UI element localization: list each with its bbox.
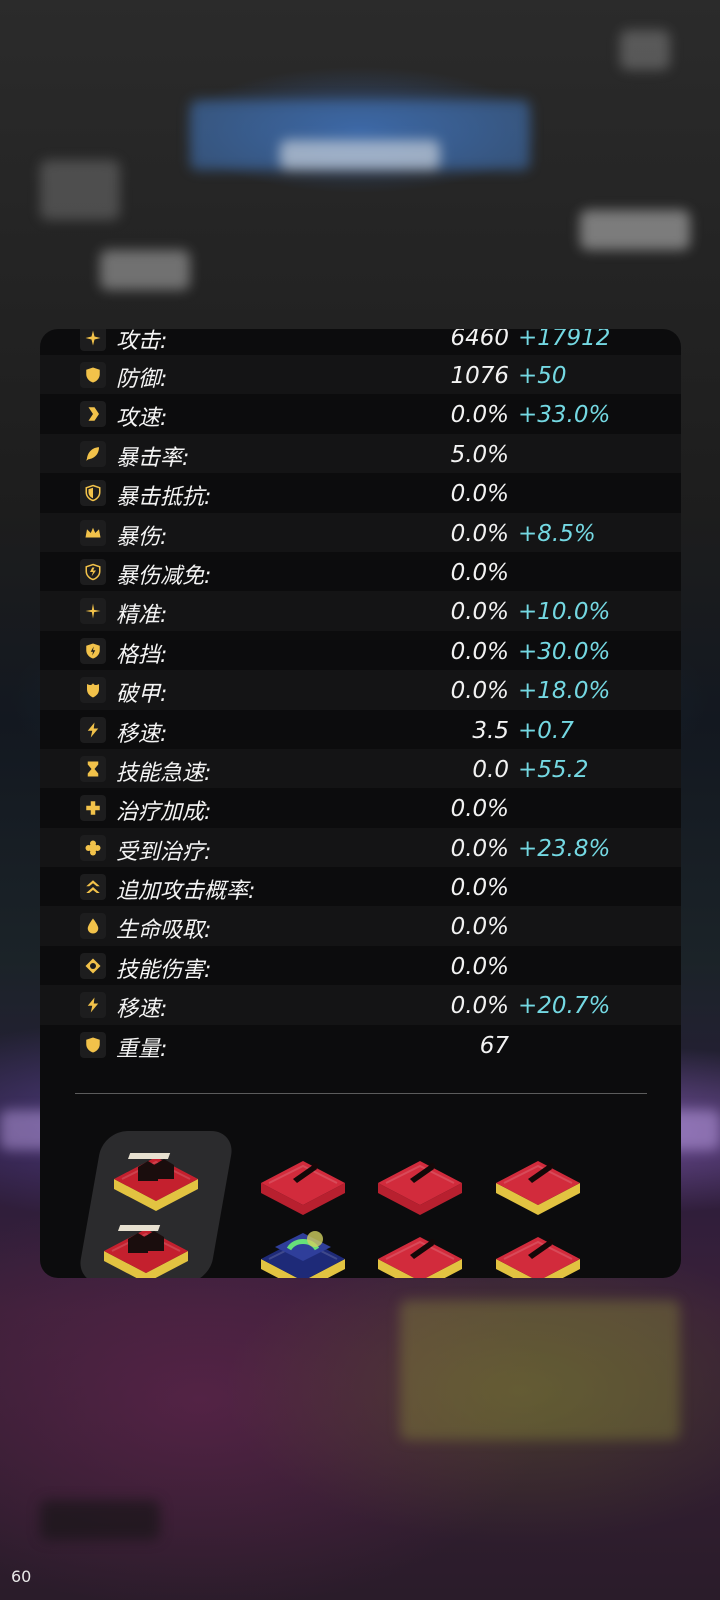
stat-bonus: +20.7% — [518, 993, 611, 1020]
stat-label: 移速: — [116, 997, 168, 1023]
stat-row: 重量: 67 — [40, 1025, 681, 1064]
stat-value: 0.0% — [450, 875, 509, 902]
stat-list: 攻击: 6460 +17912 防御: 1076 +50 攻速: 0.0% +33.0% 暴击率:… — [40, 329, 681, 1064]
stat-label: 受到治疗: — [116, 839, 212, 865]
stat-value: 0.0% — [450, 559, 509, 586]
stat-value: 3.5 — [472, 717, 509, 744]
broken-shield-icon — [80, 558, 106, 585]
stat-row: 受到治疗: 0.0% +23.8% — [40, 827, 681, 868]
stat-bonus: +0.7 — [518, 717, 574, 744]
stat-label: 治疗加成: — [116, 800, 212, 826]
stat-row: 防御: 1076 +50 — [40, 355, 681, 395]
stat-value: 0.0% — [450, 914, 509, 941]
weight-shield-icon — [80, 1031, 106, 1058]
stat-row: 移速: 3.5 +0.7 — [40, 710, 681, 749]
divider — [75, 1093, 647, 1094]
stat-row: 攻速: 0.0% +33.0% — [40, 394, 681, 433]
equip-selected-top[interactable] — [108, 1137, 204, 1217]
shield-icon — [80, 362, 106, 388]
stat-value: 0.0% — [450, 599, 509, 626]
crosshair-icon — [80, 598, 106, 625]
stat-row: 技能急速: 0.0 +55.2 — [40, 748, 681, 789]
lightning-icon — [80, 992, 106, 1019]
sparkle-icon — [80, 329, 106, 351]
stat-bonus: +18.0% — [518, 678, 611, 705]
equip-slot-4[interactable] — [255, 1217, 351, 1278]
stat-value: 67 — [479, 1032, 509, 1059]
equip-slot-2[interactable] — [372, 1141, 468, 1221]
stat-value: 0.0% — [450, 481, 509, 508]
stat-label: 移速: — [116, 721, 168, 747]
stat-row: 生命吸取: 0.0% — [40, 906, 681, 946]
stat-label: 技能伤害: — [116, 957, 212, 983]
stat-row: 暴击率: 5.0% — [40, 433, 681, 474]
stat-bonus: +8.5% — [518, 520, 596, 547]
stat-label: 精准: — [116, 603, 168, 629]
skill-burst-icon — [80, 952, 106, 979]
stat-value: 0.0% — [450, 993, 509, 1020]
stat-label: 生命吸取: — [116, 918, 212, 944]
stat-bonus: +17912 — [518, 329, 611, 351]
lightning-icon — [80, 716, 106, 743]
stat-value: 0.0% — [450, 638, 509, 665]
double-chevron-up-icon — [80, 874, 106, 901]
stat-row: 攻击: 6460 +17912 — [40, 329, 681, 355]
block-shield-icon — [80, 637, 106, 664]
stat-label: 技能急速: — [116, 760, 212, 786]
hourglass-icon — [80, 755, 106, 782]
stat-value: 0.0% — [450, 953, 509, 980]
stat-label: 暴伤减免: — [116, 563, 212, 589]
stat-bonus: +23.8% — [518, 835, 611, 862]
stat-label: 破甲: — [116, 682, 168, 708]
received-heal-icon — [80, 834, 106, 861]
stat-value: 0.0% — [450, 402, 509, 429]
stat-row: 治疗加成: 0.0% — [40, 788, 681, 827]
stat-label: 攻速: — [116, 406, 168, 432]
stat-label: 追加攻击概率: — [116, 879, 256, 905]
stat-value: 5.0% — [450, 441, 509, 468]
stat-label: 防御: — [116, 367, 168, 392]
stat-row: 精准: 0.0% +10.0% — [40, 591, 681, 631]
stat-row: 技能伤害: 0.0% — [40, 946, 681, 985]
stat-row: 追加攻击概率: 0.0% — [40, 867, 681, 906]
equip-selected-bottom[interactable] — [98, 1209, 194, 1278]
crown-icon — [80, 519, 106, 546]
droplet-icon — [80, 913, 106, 940]
stat-label: 暴击抵抗: — [116, 485, 212, 511]
pierce-shield-icon — [80, 677, 106, 704]
stat-label: 暴击率: — [116, 445, 190, 471]
fps-counter: 60 — [11, 1567, 32, 1586]
equip-slot-3[interactable] — [490, 1141, 586, 1221]
stat-row: 暴伤: 0.0% +8.5% — [40, 512, 681, 552]
stat-label: 格挡: — [116, 642, 168, 668]
stat-value: 1076 — [450, 363, 509, 389]
stat-row: 暴击抵抗: 0.0% — [40, 473, 681, 512]
stat-value: 0.0% — [450, 835, 509, 862]
stat-bonus: +30.0% — [518, 638, 611, 665]
stat-row: 格挡: 0.0% +30.0% — [40, 631, 681, 670]
stat-value: 0.0% — [450, 678, 509, 705]
chevron-right-icon — [80, 401, 106, 428]
stats-panel: 攻击: 6460 +17912 防御: 1076 +50 攻速: 0.0% +33.0% 暴击率:… — [40, 329, 681, 1278]
half-shield-icon — [80, 480, 106, 507]
equip-slot-1[interactable] — [255, 1141, 351, 1221]
stat-bonus: +10.0% — [518, 599, 611, 626]
stat-bonus: +33.0% — [518, 402, 611, 429]
stat-value: 0.0% — [450, 520, 509, 547]
stat-value: 0.0 — [472, 756, 509, 783]
stat-label: 暴伤: — [116, 524, 168, 550]
stat-bonus: +50 — [518, 363, 567, 389]
stat-label: 重量: — [116, 1036, 168, 1062]
equip-slot-6[interactable] — [490, 1217, 586, 1278]
stat-label: 攻击: — [116, 329, 168, 354]
stat-value: 0.0% — [450, 796, 509, 823]
equip-slot-5[interactable] — [372, 1217, 468, 1278]
stat-bonus: +55.2 — [518, 756, 589, 783]
stat-row: 移速: 0.0% +20.7% — [40, 985, 681, 1025]
stat-row: 暴伤减免: 0.0% — [40, 552, 681, 591]
stat-row: 破甲: 0.0% +18.0% — [40, 670, 681, 710]
heal-cross-icon — [80, 795, 106, 822]
feather-icon — [80, 440, 106, 467]
stat-value: 6460 — [450, 329, 509, 351]
